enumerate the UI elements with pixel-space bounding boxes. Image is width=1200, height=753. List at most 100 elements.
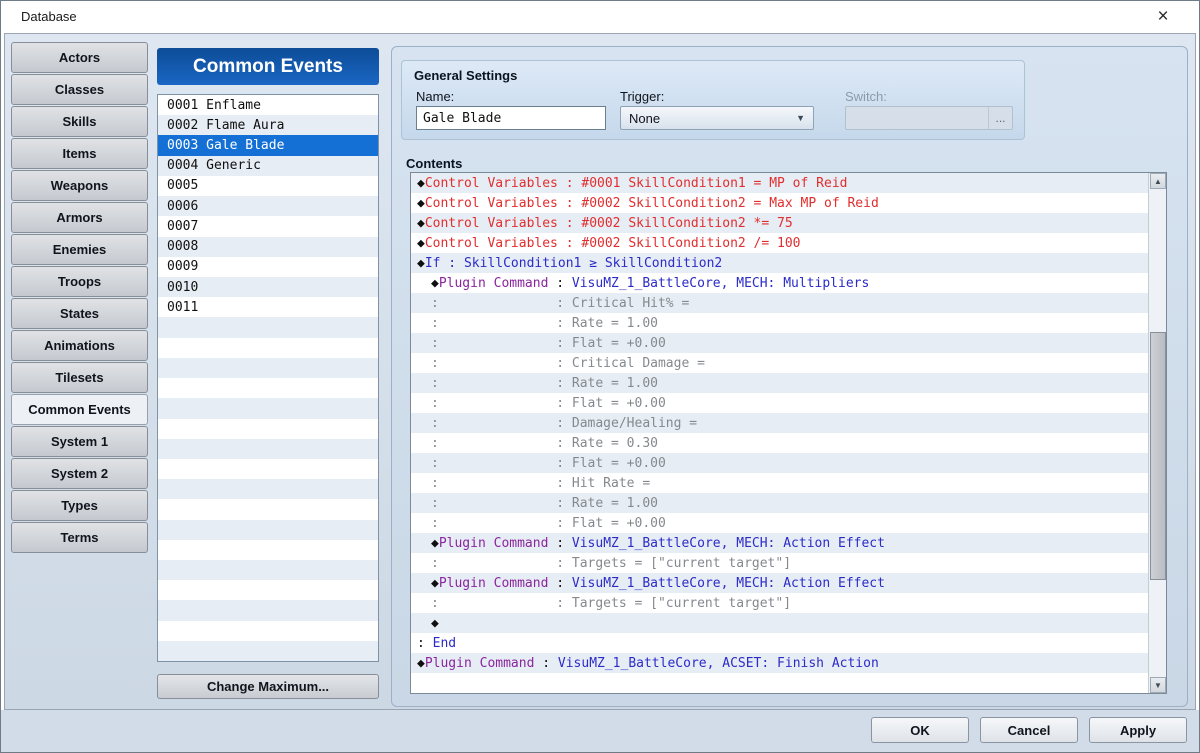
sidebar-tab-weapons[interactable]: Weapons — [11, 170, 148, 201]
command-row[interactable]: ◆Plugin Command : VisuMZ_1_BattleCore, A… — [411, 653, 1148, 673]
event-list-row[interactable]: 0008 — [158, 237, 378, 257]
scrollbar-thumb[interactable] — [1150, 332, 1166, 580]
command-text: : : Hit Rate = — [431, 476, 650, 491]
event-list-row[interactable] — [158, 641, 378, 661]
apply-button[interactable]: Apply — [1089, 717, 1187, 743]
event-list-row[interactable]: 0004 Generic — [158, 156, 378, 176]
command-row[interactable]: : : Damage/Healing = — [411, 413, 1148, 433]
event-list-row[interactable] — [158, 338, 378, 358]
command-row[interactable]: : : Hit Rate = — [411, 473, 1148, 493]
name-input[interactable] — [416, 106, 606, 130]
command-row[interactable]: ◆If : SkillCondition1 ≥ SkillCondition2 — [411, 253, 1148, 273]
command-row[interactable]: ◆Plugin Command : VisuMZ_1_BattleCore, M… — [411, 273, 1148, 293]
scroll-down-icon[interactable]: ▼ — [1150, 677, 1166, 693]
event-list-row[interactable] — [158, 358, 378, 378]
command-text: Control Variables : #0002 SkillCondition… — [425, 216, 793, 231]
command-row[interactable]: ◆Control Variables : #0002 SkillConditio… — [411, 193, 1148, 213]
command-row[interactable]: : : Flat = +0.00 — [411, 393, 1148, 413]
command-row[interactable]: : : Critical Damage = — [411, 353, 1148, 373]
command-row[interactable]: : : Rate = 0.30 — [411, 433, 1148, 453]
command-row[interactable]: : : Flat = +0.00 — [411, 513, 1148, 533]
command-row[interactable]: ◆Control Variables : #0001 SkillConditio… — [411, 173, 1148, 193]
command-text: ◆ — [417, 236, 425, 251]
event-list-row[interactable] — [158, 378, 378, 398]
event-list-row[interactable] — [158, 560, 378, 580]
command-text: Plugin Command — [439, 536, 549, 551]
contents-scrollbar[interactable]: ▲ ▼ — [1148, 173, 1166, 693]
cancel-button[interactable]: Cancel — [980, 717, 1078, 743]
command-row[interactable]: : : Targets = ["current target"] — [411, 593, 1148, 613]
event-list-row[interactable] — [158, 459, 378, 479]
sidebar-tab-armors[interactable]: Armors — [11, 202, 148, 233]
close-icon[interactable]: × — [1146, 5, 1180, 29]
sidebar-tab-animations[interactable]: Animations — [11, 330, 148, 361]
sidebar-tab-tilesets[interactable]: Tilesets — [11, 362, 148, 393]
sidebar-tab-skills[interactable]: Skills — [11, 106, 148, 137]
command-text: Control Variables : #0001 SkillCondition… — [425, 176, 848, 191]
event-list-row[interactable]: 0002 Flame Aura — [158, 115, 378, 135]
title-bar: Database × — [1, 1, 1199, 33]
sidebar-tab-terms[interactable]: Terms — [11, 522, 148, 553]
command-text: : : Critical Damage = — [431, 356, 705, 371]
change-maximum-button[interactable]: Change Maximum... — [157, 674, 379, 699]
command-row[interactable]: : End — [411, 633, 1148, 653]
sidebar-tab-system-2[interactable]: System 2 — [11, 458, 148, 489]
event-list-row[interactable] — [158, 600, 378, 620]
command-row[interactable]: : : Rate = 1.00 — [411, 313, 1148, 333]
event-list-row[interactable] — [158, 499, 378, 519]
switch-value — [846, 107, 988, 129]
event-list-row[interactable] — [158, 520, 378, 540]
command-text: : — [548, 536, 571, 551]
command-text: Plugin Command — [439, 276, 549, 291]
command-row[interactable]: ◆Plugin Command : VisuMZ_1_BattleCore, M… — [411, 533, 1148, 553]
sidebar-tab-types[interactable]: Types — [11, 490, 148, 521]
event-list-row[interactable] — [158, 439, 378, 459]
command-row[interactable]: ◆Plugin Command : VisuMZ_1_BattleCore, M… — [411, 573, 1148, 593]
sidebar-tab-classes[interactable]: Classes — [11, 74, 148, 105]
trigger-dropdown[interactable]: None ▼ — [620, 106, 814, 130]
event-list-row[interactable] — [158, 398, 378, 418]
event-list-row[interactable]: 0003 Gale Blade — [158, 135, 378, 155]
event-list-row[interactable] — [158, 580, 378, 600]
sidebar-tab-states[interactable]: States — [11, 298, 148, 329]
command-row[interactable]: : : Flat = +0.00 — [411, 453, 1148, 473]
sidebar-tab-enemies[interactable]: Enemies — [11, 234, 148, 265]
event-list[interactable]: 0001 Enflame0002 Flame Aura0003 Gale Bla… — [157, 94, 379, 662]
event-list-row[interactable]: 0006 — [158, 196, 378, 216]
sidebar-tab-common-events[interactable]: Common Events — [11, 394, 148, 425]
scroll-up-icon[interactable]: ▲ — [1150, 173, 1166, 189]
command-row[interactable]: : : Rate = 1.00 — [411, 373, 1148, 393]
command-row[interactable]: : : Targets = ["current target"] — [411, 553, 1148, 573]
command-text: ◆ — [431, 616, 439, 631]
command-row[interactable] — [411, 673, 1148, 693]
command-row[interactable]: ◆Control Variables : #0002 SkillConditio… — [411, 233, 1148, 253]
command-text: Plugin Command — [425, 656, 535, 671]
sidebar-tab-actors[interactable]: Actors — [11, 42, 148, 73]
command-text: : : Damage/Healing = — [431, 416, 697, 431]
command-row[interactable]: : : Critical Hit% = — [411, 293, 1148, 313]
ok-button[interactable]: OK — [871, 717, 969, 743]
command-text: : : Flat = +0.00 — [431, 516, 666, 531]
general-settings-group: General Settings Name: Trigger: Switch: … — [401, 60, 1025, 140]
event-list-row[interactable] — [158, 479, 378, 499]
event-list-row[interactable]: 0010 — [158, 277, 378, 297]
event-list-row[interactable]: 0005 — [158, 176, 378, 196]
event-list-row[interactable] — [158, 540, 378, 560]
sidebar-tab-troops[interactable]: Troops — [11, 266, 148, 297]
event-list-row[interactable] — [158, 621, 378, 641]
command-text: : : Rate = 1.00 — [431, 376, 658, 391]
sidebar-tab-system-1[interactable]: System 1 — [11, 426, 148, 457]
command-row[interactable]: ◆Control Variables : #0002 SkillConditio… — [411, 213, 1148, 233]
command-text: VisuMZ_1_BattleCore, MECH: Action Effect — [572, 536, 885, 551]
command-row[interactable]: ◆ — [411, 613, 1148, 633]
event-list-row[interactable]: 0009 — [158, 257, 378, 277]
event-list-row[interactable] — [158, 317, 378, 337]
command-row[interactable]: : : Rate = 1.00 — [411, 493, 1148, 513]
sidebar-tab-items[interactable]: Items — [11, 138, 148, 169]
command-text: : : Rate = 1.00 — [431, 496, 658, 511]
command-row[interactable]: : : Flat = +0.00 — [411, 333, 1148, 353]
event-list-row[interactable] — [158, 419, 378, 439]
event-list-row[interactable]: 0001 Enflame — [158, 95, 378, 115]
event-list-row[interactable]: 0007 — [158, 216, 378, 236]
event-list-row[interactable]: 0011 — [158, 297, 378, 317]
